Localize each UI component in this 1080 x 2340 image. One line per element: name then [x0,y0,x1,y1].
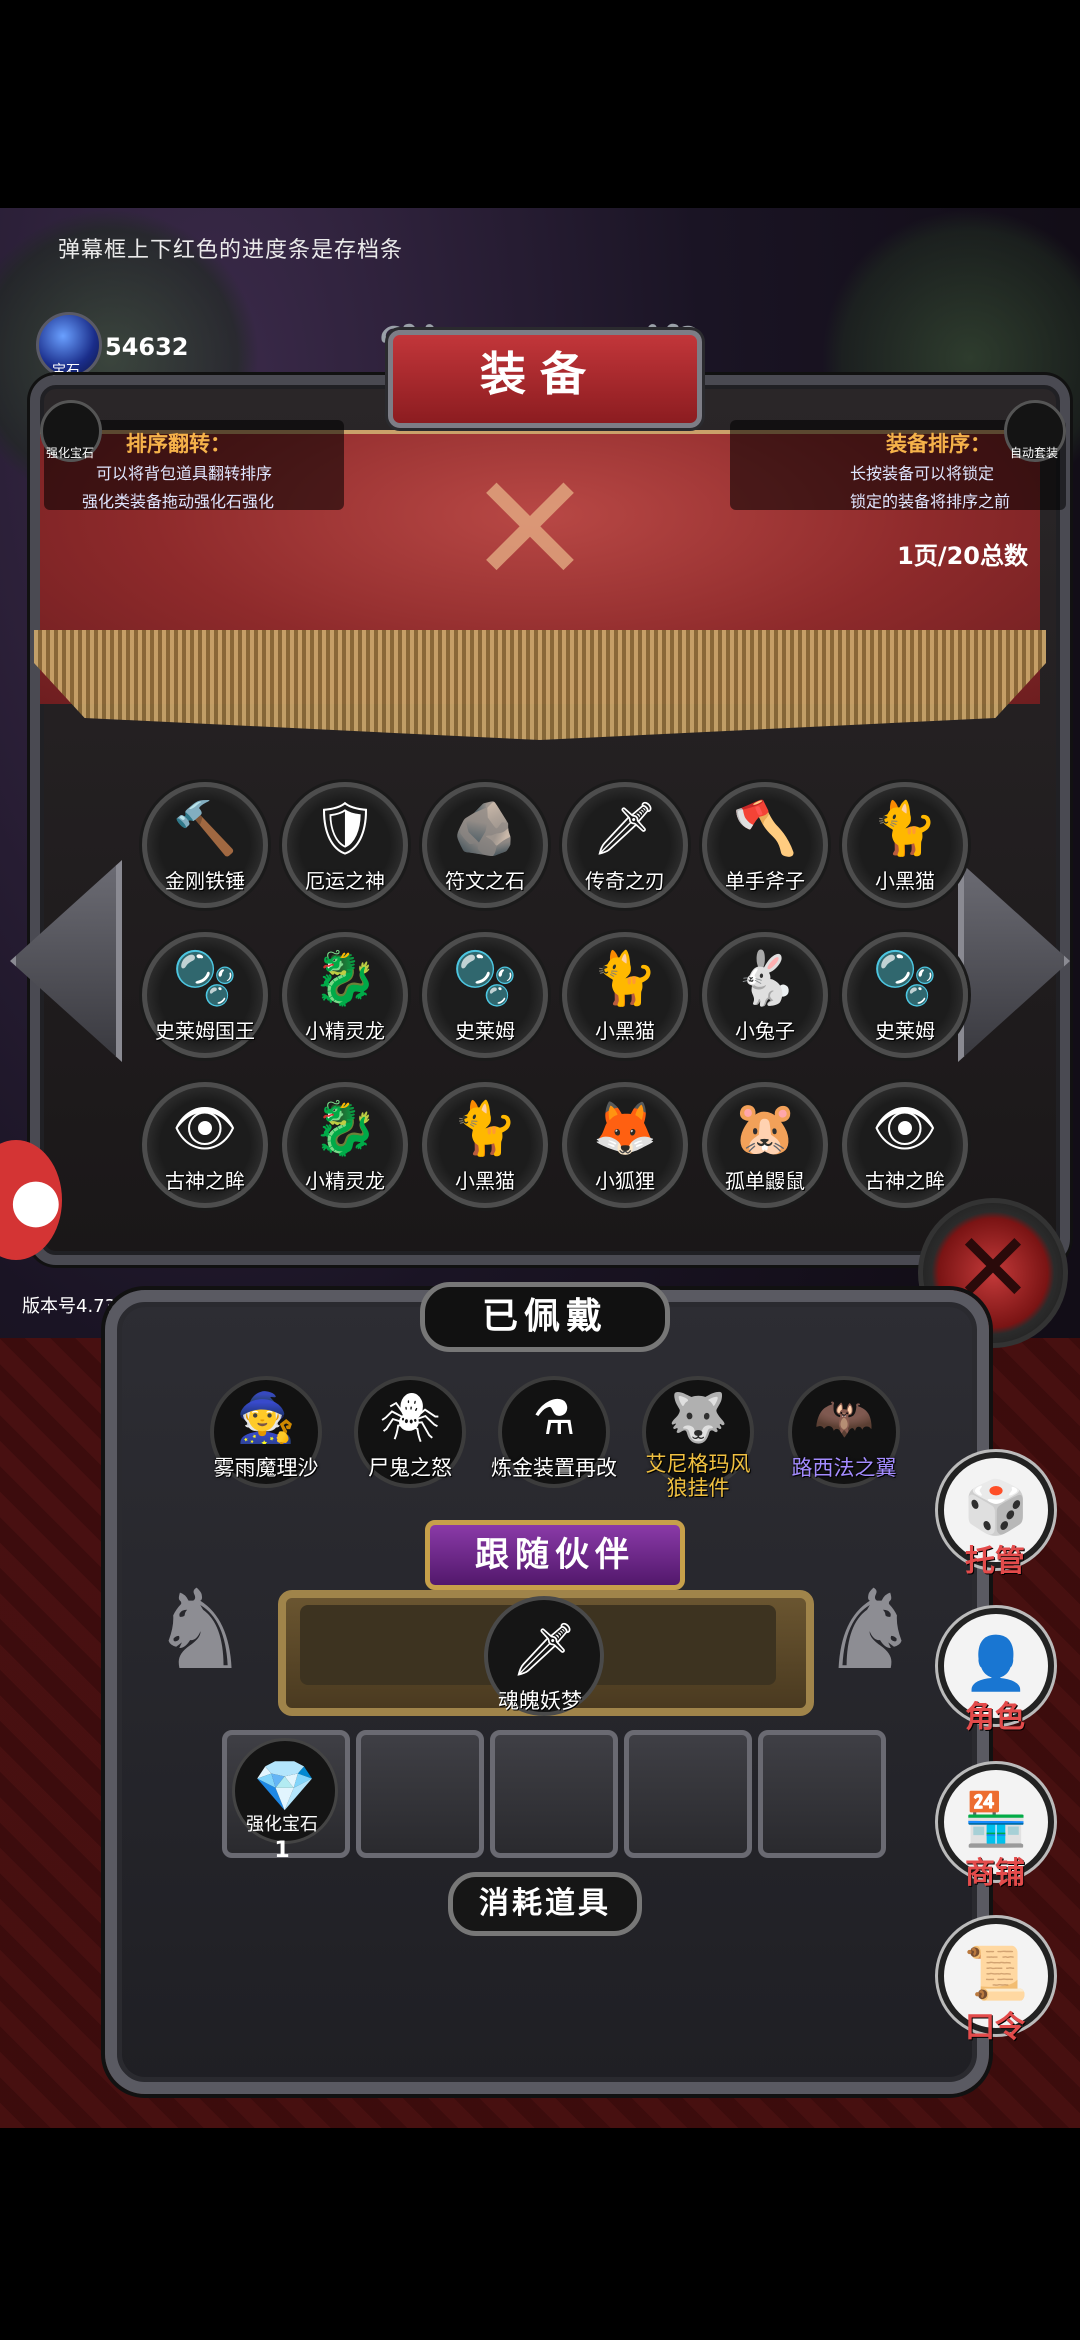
witch-icon: 🧙 [236,1390,296,1446]
inventory-item-label: 小狐狸 [595,1169,655,1193]
equip-sort-line-1: 长按装备可以将锁定 [850,464,995,483]
crossed-swords-emblem-icon: ✕ [467,443,593,617]
gem-currency-count: 54632 [105,333,189,361]
inventory-slot[interactable]: 👁 古神之眸 [842,1082,968,1208]
rune-stone-icon: 🪨 [452,799,518,859]
equipped-slot[interactable]: 🧙 雾雨魔理沙 [210,1376,322,1488]
inventory-slot[interactable]: 🐈 小黑猫 [422,1082,548,1208]
inventory-slot[interactable]: 🗡 传奇之刃 [562,782,688,908]
black-cat-icon: 🐈 [872,799,938,859]
inventory-item-label: 厄运之神 [305,869,385,893]
black-cat-icon: 🐈 [592,949,658,1009]
inventory-slot[interactable]: 🪨 符文之石 [422,782,548,908]
inventory-slot[interactable]: 🐹 孤单鼹鼠 [702,1082,828,1208]
equipped-item-label: 路西法之翼 [791,1456,897,1480]
sort-flip-line-2: 强化类装备拖动强化石强化 [82,492,275,511]
inventory-slot[interactable]: 🐉 小精灵龙 [282,1082,408,1208]
equipped-slot[interactable]: 🕷 尸鬼之怒 [354,1376,466,1488]
inventory-item-label: 史莱姆国王 [155,1019,255,1043]
inventory-item-label: 小精灵龙 [305,1019,385,1043]
hint-text: 弹幕框上下红色的进度条是存档条 [58,238,404,263]
inventory-item-label: 古神之眸 [865,1169,945,1193]
equipped-item-label: 炼金装置再改 [491,1456,617,1480]
left-dragon-statue-icon: ♞ [150,1566,250,1694]
inventory-slot[interactable]: 🔨 金刚铁锤 [142,782,268,908]
eye-icon: 👁 [171,1099,238,1159]
inventory-slot[interactable]: 🫧 史莱姆国王 [142,932,268,1058]
flask-icon: ⚗ [532,1390,576,1446]
inventory-item-label: 孤单鼹鼠 [725,1169,805,1193]
equipped-title: 已佩戴 [420,1282,670,1352]
inventory-item-label: 史莱姆 [875,1019,935,1043]
consumable-slot-3[interactable] [490,1730,618,1858]
fairy-dragon-icon: 🐉 [312,1099,378,1159]
inventory-item-label: 传奇之刃 [585,869,665,893]
inventory-item-label: 史莱姆 [455,1019,515,1043]
inventory-item-label: 符文之石 [445,869,525,893]
version-label: 版本号4.73 [22,1296,117,1317]
inventory-slot[interactable]: 🐉 小精灵龙 [282,932,408,1058]
right-tool-label: 自动套装 [1010,446,1059,460]
axe-icon: 🪓 [732,799,798,859]
consumable-slot-2[interactable] [356,1730,484,1858]
side-menu-label[interactable]: 口令 [950,2002,1040,2046]
page-info: 1页/20总数 [897,542,1028,570]
equip-sort-title[interactable]: 装备排序： [886,428,991,458]
side-menu-label[interactable]: 托管 [950,1536,1040,1580]
inventory-item-label: 小兔子 [735,1019,795,1043]
equipped-slot[interactable]: ⚗ 炼金装置再改 [491,1376,617,1488]
partner-name: 魂魄妖梦 [498,1689,582,1713]
left-tool-label: 强化宝石 [46,446,95,460]
fox-icon: 🦊 [592,1099,658,1159]
inventory-item-label: 小精灵龙 [305,1169,385,1193]
side-menu-label[interactable]: 角色 [950,1692,1040,1736]
fairy-dragon-icon: 🐉 [312,949,378,1009]
equipped-slot[interactable]: 🐺 艾尼格玛风狼挂件 [642,1376,754,1500]
inventory-slot[interactable]: 🐇 小兔子 [702,932,828,1058]
eye-icon: 👁 [871,1099,938,1159]
panel-title: 装备 [480,347,600,401]
sort-flip-line-1: 可以将背包道具翻转排序 [96,464,273,483]
hammer-icon: 🔨 [172,799,238,859]
inventory-item-label: 金刚铁锤 [165,869,245,893]
black-cat-icon: 🐈 [452,1099,518,1159]
consumable-count: 1 [274,1838,290,1863]
wolf-pendant-icon: 🐺 [668,1390,728,1446]
consumable-label: 强化宝石 [246,1814,318,1835]
slime-king-icon: 🫧 [172,949,238,1009]
slime-icon: 🫧 [452,949,518,1009]
slime-icon: 🫧 [872,949,938,1009]
inventory-item-label: 古神之眸 [165,1169,245,1193]
dark-wings-icon: 🦇 [814,1390,874,1446]
spider-icon: 🕷 [379,1390,441,1446]
equipped-item-label: 艾尼格玛风狼挂件 [645,1452,751,1500]
inventory-item-label: 小黑猫 [455,1169,515,1193]
mole-icon: 🐹 [732,1099,798,1159]
user-avatar-icon[interactable]: ● [0,1140,62,1260]
inventory-slot[interactable]: 🐈 小黑猫 [562,932,688,1058]
equip-sort-line-2: 锁定的装备将排序之前 [850,492,1011,511]
consumable-slot-4[interactable] [624,1730,752,1858]
inventory-item-label: 单手斧子 [725,869,805,893]
partner-title: 跟随伙伴 [425,1520,685,1590]
inventory-slot[interactable]: 🫧 史莱姆 [842,932,968,1058]
blade-icon: 🗡 [591,799,658,859]
inventory-slot[interactable]: 🦊 小狐狸 [562,1082,688,1208]
consumable-slot-5[interactable] [758,1730,886,1858]
inventory-item-label: 小黑猫 [595,1019,655,1043]
inventory-item-label: 小黑猫 [875,869,935,893]
inventory-slot[interactable]: 🫧 史莱姆 [422,932,548,1058]
rabbit-icon: 🐇 [732,949,798,1009]
inventory-slot[interactable]: 🛡 厄运之神 [282,782,408,908]
consumables-title: 消耗道具 [448,1872,642,1936]
red-knight-icon: 🛡 [311,799,378,859]
sort-flip-title[interactable]: 排序翻转： [126,428,231,458]
inventory-slot[interactable]: 👁 古神之眸 [142,1082,268,1208]
equipped-slot[interactable]: 🦇 路西法之翼 [788,1376,900,1488]
inventory-slot[interactable]: 🪓 单手斧子 [702,782,828,908]
side-menu-label[interactable]: 商铺 [950,1848,1040,1892]
inventory-slot[interactable]: 🐈 小黑猫 [842,782,968,908]
right-dragon-statue-icon: ♞ [820,1566,920,1694]
